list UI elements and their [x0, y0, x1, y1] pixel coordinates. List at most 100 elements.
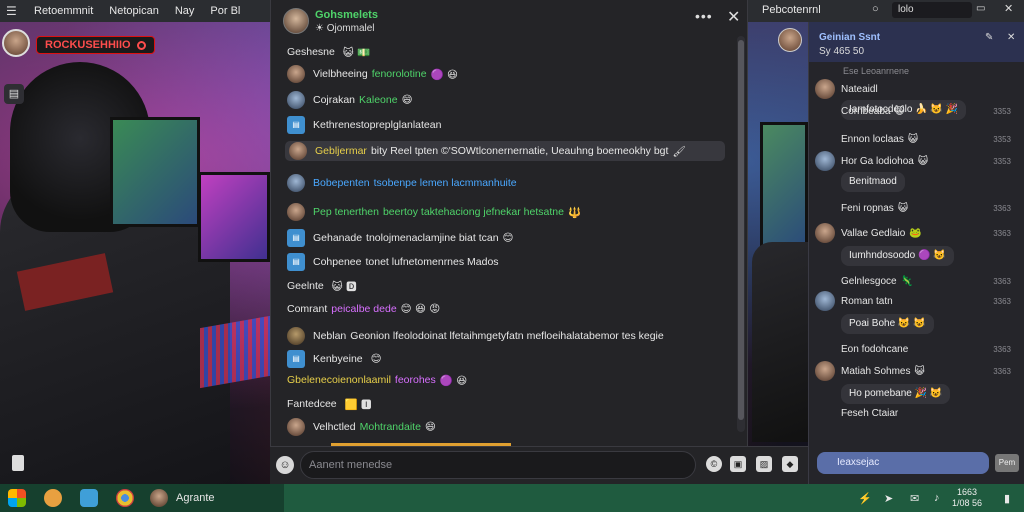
side-username[interactable]: Gelnlesgoce	[841, 276, 897, 287]
message-avatar[interactable]	[289, 142, 307, 160]
side-username[interactable]: Hor Ga lodiohoa	[841, 156, 914, 167]
chat-message[interactable]: ▤ Kenbyeine 😊	[287, 349, 382, 369]
close-panel-icon[interactable]: ✕	[1007, 32, 1015, 43]
message-avatar[interactable]: ▤	[287, 253, 305, 271]
edit-icon[interactable]: ✎	[985, 32, 993, 43]
phone-icon[interactable]	[12, 455, 24, 471]
message-username[interactable]: Velhctled	[313, 421, 356, 433]
layout-icon[interactable]: ▤	[4, 84, 24, 104]
side-message-row[interactable]: Nateaidl	[815, 78, 1021, 100]
side-message-row[interactable]: Matiah Sohmes 😺 3363	[815, 360, 1021, 382]
chat-message[interactable]: Geshesne 😺 💵	[287, 42, 370, 62]
side-message-bubble[interactable]: Ho pomebane 🎉 😺	[841, 384, 951, 404]
taskbar-app-label[interactable]: Agrante	[176, 492, 215, 504]
side-avatar[interactable]	[815, 291, 835, 311]
chat-message[interactable]: Geelnte 😺 🅳	[287, 276, 357, 296]
search-input[interactable]: lolo	[892, 2, 972, 18]
side-username[interactable]: Roman tatn	[841, 296, 893, 307]
chat-message[interactable]: Velhctled Mohtrandaite 😄	[287, 417, 436, 437]
side-message-row[interactable]: Hor Ga lodiohoa 😺 3353	[815, 150, 1021, 172]
chat-message[interactable]: Gebljermar bity Reel tpten ©'SOWtlconerne…	[285, 141, 725, 161]
minimize-icon[interactable]: ▭	[976, 3, 985, 14]
app-icon-1[interactable]	[44, 489, 62, 507]
side-chat-input[interactable]: Ieaxsejac	[817, 452, 989, 474]
emoji-icon[interactable]: ☺	[276, 456, 294, 474]
chat-message[interactable]: Cojrakan Kaleone 😄	[287, 90, 413, 110]
side-send-button[interactable]: Pem	[995, 454, 1019, 472]
message-avatar[interactable]: ▤	[287, 116, 305, 134]
message-username[interactable]: Gehanade	[313, 232, 362, 244]
scrollbar[interactable]	[737, 36, 745, 432]
side-message-row[interactable]: Feseh Ctaiar	[815, 402, 1021, 424]
side-message-row[interactable]: Cornbeaba 😺 3353	[815, 100, 1021, 122]
browser-icon[interactable]	[116, 489, 134, 507]
side-username[interactable]: Cornbeaba	[841, 106, 890, 117]
message-username[interactable]: Pep tenerthen	[313, 206, 379, 218]
side-message-row[interactable]: Vallae Gedlaio 🐸 3363	[815, 222, 1021, 244]
message-avatar[interactable]: ▤	[287, 229, 305, 247]
close-icon[interactable]: ✕	[727, 7, 740, 27]
tray-wifi-icon[interactable]: ⚡	[858, 492, 872, 505]
message-username[interactable]: Geshesne	[287, 46, 335, 58]
chat-message[interactable]: Pep tenerthen beertoy taktehaciong jefnek…	[287, 202, 581, 222]
side-message-row[interactable]: Feni ropnas 😺 3363	[815, 197, 1021, 219]
menu-icon[interactable]: ☰	[6, 4, 20, 18]
shield-icon[interactable]: ◆	[782, 456, 798, 472]
chat-message[interactable]: ▤ Cohpenee tonet lufnetomenrnes Mados	[287, 252, 499, 272]
chat-message[interactable]: Neblan Geonion lfeolodoinat lfetaihmgetyf…	[287, 326, 664, 346]
tab-1[interactable]: Retoemmnit	[26, 5, 101, 17]
chat-input[interactable]: Aanent menedse	[300, 451, 696, 479]
message-username[interactable]: Neblan	[313, 330, 346, 342]
side-message-row[interactable]: Gelnlesgoce 🦎 3363	[815, 270, 1021, 292]
message-username[interactable]: Geelnte	[287, 280, 324, 292]
chat-message[interactable]: Vielbheeing fenorolotine 🟣 😆	[287, 64, 458, 84]
message-username[interactable]: Gbelenecoienonlaamil	[287, 374, 391, 386]
chat-message[interactable]: Bobepenten tsobenpe lemen lacmmanhuite	[287, 173, 517, 193]
side-username[interactable]: Eon fodohcane	[841, 344, 908, 355]
side-message-bubble[interactable]: Poai Bohe 😺 😺	[841, 314, 934, 334]
side-message-bubble[interactable]: Iumhndosoodo 🟣 😺	[841, 246, 954, 266]
start-icon[interactable]	[8, 489, 26, 507]
tray-volume-icon[interactable]: ♪	[934, 492, 940, 504]
window-close-icon[interactable]: ✕	[1004, 2, 1013, 15]
message-avatar[interactable]	[287, 65, 305, 83]
side-username[interactable]: Matiah Sohmes	[841, 366, 910, 377]
app-avatar-icon[interactable]	[150, 489, 168, 507]
side-username[interactable]: Feseh Ctaiar	[841, 408, 898, 419]
message-avatar[interactable]	[287, 203, 305, 221]
message-username[interactable]: Cohpenee	[313, 256, 361, 268]
side-avatar[interactable]	[815, 361, 835, 381]
gif-icon[interactable]: ©	[706, 456, 722, 472]
message-username[interactable]: Gebljermar	[315, 145, 367, 157]
message-username[interactable]: Vielbheeing	[313, 68, 368, 80]
message-username[interactable]: Comrant	[287, 303, 327, 315]
message-username[interactable]: Bobepenten	[313, 177, 370, 189]
tab-3[interactable]: Nay	[167, 5, 203, 17]
chat-message[interactable]: Gbelenecoienonlaamil feorohes 🟣 😆	[287, 370, 467, 390]
side-message-row[interactable]: Ennon loclaas 😺 3353	[815, 128, 1021, 150]
message-avatar[interactable]	[287, 418, 305, 436]
tray-chat-icon[interactable]: ✉	[910, 492, 919, 505]
message-username[interactable]: Kethrenestopreplglanlatean	[313, 119, 441, 131]
message-username[interactable]: Fantedcee	[287, 398, 337, 410]
message-username[interactable]: Cojrakan	[313, 94, 355, 106]
right-tab[interactable]: Pebcotenrnl	[762, 4, 821, 16]
side-username[interactable]: Nateaidl	[841, 84, 878, 95]
message-avatar[interactable]	[287, 327, 305, 345]
sticker-icon[interactable]: ▣	[730, 456, 746, 472]
chat-avatar[interactable]	[283, 8, 309, 34]
side-message-bubble[interactable]: Benitmaod	[841, 172, 905, 192]
tray-share-icon[interactable]: ➤	[884, 492, 893, 505]
message-avatar[interactable]	[287, 91, 305, 109]
side-username[interactable]: Vallae Gedlaio	[841, 228, 905, 239]
side-username[interactable]: Ennon loclaas	[841, 134, 904, 145]
more-options-icon[interactable]: •••	[695, 8, 713, 24]
streamer-avatar[interactable]	[2, 29, 30, 57]
side-message-row[interactable]: Eon fodohcane 3363	[815, 338, 1021, 360]
chat-message[interactable]: ▤ Gehanade tnolojmenaclamjine biat tcan 😊	[287, 228, 514, 248]
search-icon[interactable]: ○	[872, 3, 879, 15]
chat-message[interactable]: Comrant peicalbe dede 😊 😆 😡	[287, 299, 440, 319]
tab-4[interactable]: Por Bl	[202, 5, 248, 17]
side-message-row[interactable]: Roman tatn 3363	[815, 290, 1021, 312]
tab-2[interactable]: Netopican	[101, 5, 167, 17]
